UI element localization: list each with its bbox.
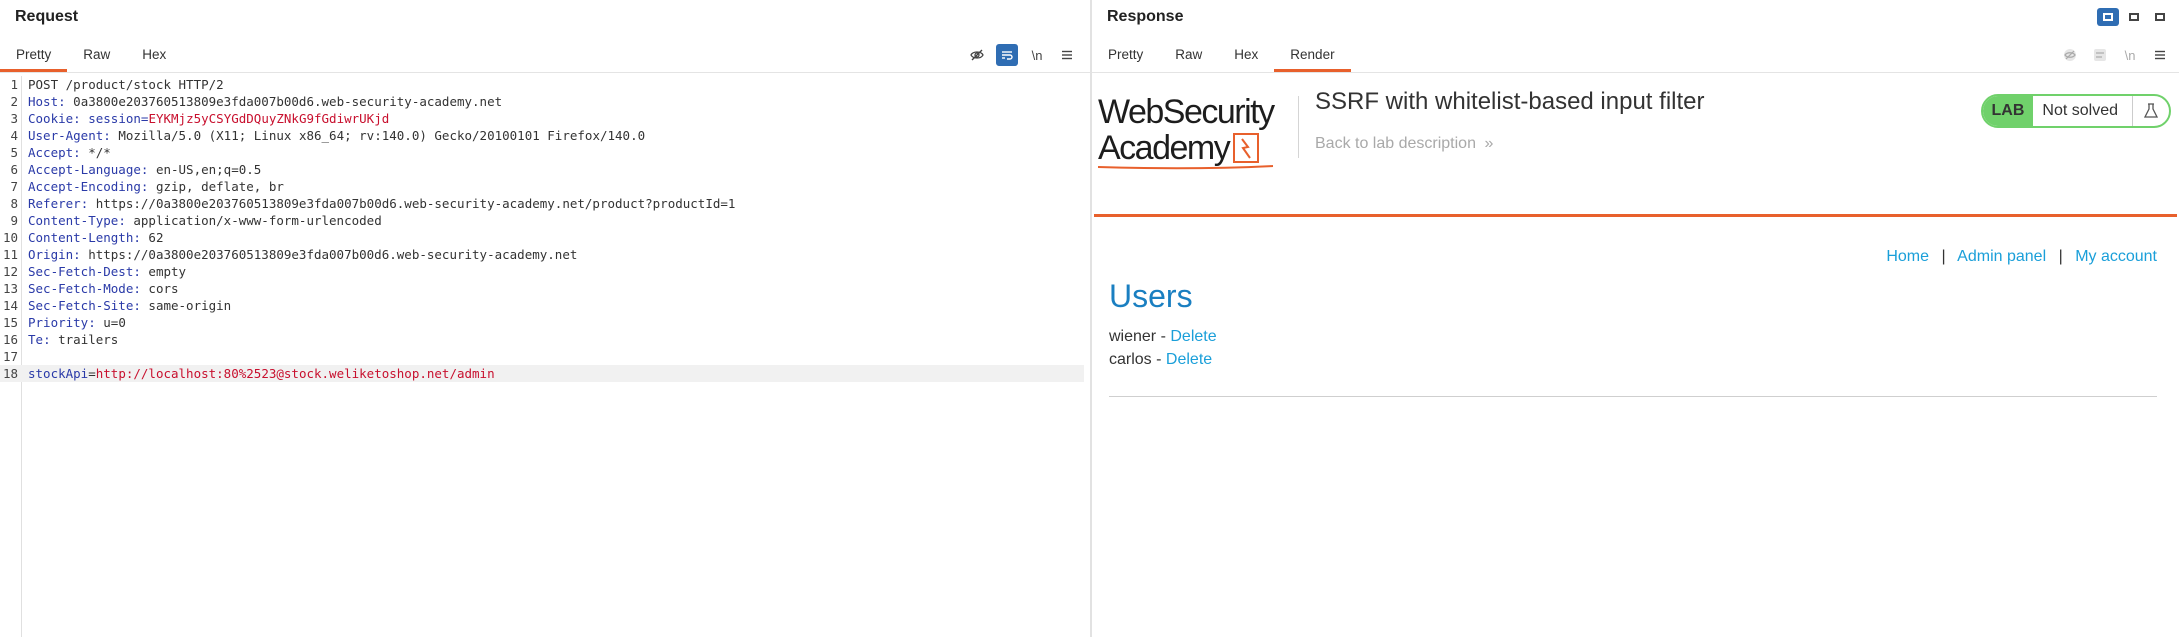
eye-off-icon[interactable] [966,44,988,66]
content-divider [1109,396,2157,397]
request-line: 8 Referer: https://0a3800e203760513809e3f… [10,196,736,211]
flask-icon [2133,96,2169,126]
layout-tabs-icon[interactable] [2149,8,2171,26]
web-security-academy-logo: WebSecurity Academy [1098,93,1298,170]
menu-icon[interactable] [1056,44,1078,66]
request-line: 5 Accept: */* [10,145,111,160]
header-accent-bar [1094,214,2177,217]
lab-title: SSRF with whitelist-based input filter [1315,88,1705,115]
logo-separator [1298,96,1299,158]
request-line: 11 Origin: https://0a3800e203760513809e3f… [2,247,578,262]
request-line: 4 User-Agent: Mozilla/5.0 (X11; Linux x86… [10,128,646,143]
request-line: 3 Cookie: session=EYKMjz5yCSYGdDQuyZNkG9f… [10,111,390,126]
wrap-icon[interactable] [996,44,1018,66]
nav-separator: | [2058,248,2063,265]
request-title: Request [15,8,79,25]
request-line: 12 Sec-Fetch-Dest: empty [2,264,187,279]
response-toolbar: \n [2059,44,2171,66]
request-line: 7 Accept-Encoding: gzip, deflate, br [10,179,284,194]
menu-icon[interactable] [2149,44,2171,66]
double-chevron-icon: » [1484,135,1494,152]
request-line: 10 Content-Length: 62 [2,230,164,245]
user-name: carlos [1109,351,1152,368]
top-nav: Home | Admin panel | My account [1886,248,2157,266]
tab-hex[interactable]: Hex [1218,44,1274,72]
logo-line-1: WebSecurity [1098,93,1275,131]
request-toolbar: \n [966,44,1078,66]
request-line: 13 Sec-Fetch-Mode: cors [2,281,179,296]
delete-user-link[interactable]: Delete [1170,328,1216,345]
request-tabs-divider [0,72,1090,73]
logo-line-2: Academy [1098,129,1231,167]
nav-my-account-link[interactable]: My account [2075,248,2157,265]
lab-label: LAB [1982,96,2034,126]
request-line: 6 Accept-Language: en-US,en;q=0.5 [10,162,262,177]
layout-side-by-side-icon[interactable] [2097,8,2119,26]
logo-underline-icon [1098,165,1274,170]
nav-admin-panel-link[interactable]: Admin panel [1957,248,2046,265]
request-body-line: 18 stockApi=http://localhost:80%2523@stoc… [0,365,1084,382]
back-to-lab-link[interactable]: Back to lab description » [1315,135,1493,153]
back-link-label: Back to lab description [1315,135,1476,152]
tab-raw[interactable]: Raw [1159,44,1218,72]
users-heading: Users [1109,278,1193,314]
tab-pretty[interactable]: Pretty [1092,44,1159,72]
lightning-icon [1233,133,1260,163]
request-editor[interactable]: 1 POST /product/stock HTTP/2 2 Host: 0a380… [0,76,1084,637]
user-name: wiener [1109,328,1157,345]
newline-icon[interactable]: \n [2119,44,2141,66]
eye-off-icon[interactable] [2059,44,2081,66]
request-line: 15 Priority: u=0 [2,315,126,330]
request-line: 17 [2,349,18,364]
request-line: 2 Host: 0a3800e203760513809e3fda007b00d6.… [10,94,503,109]
layout-switcher [2097,8,2171,26]
response-tabs-divider [1092,72,2179,73]
request-panel: Request Pretty Raw Hex \n 1 POST /product… [0,0,1090,637]
request-line: 14 Sec-Fetch-Site: same-origin [2,298,232,313]
nav-separator: | [1941,248,1946,265]
user-row: wiener - Delete [1109,328,1217,345]
layout-stacked-icon[interactable] [2123,8,2145,26]
tab-raw[interactable]: Raw [67,44,126,72]
lab-status: Not solved [2033,96,2133,126]
lab-status-badge: LAB Not solved [1980,94,2171,128]
tab-pretty[interactable]: Pretty [0,44,68,72]
user-row: carlos - Delete [1109,351,1213,368]
request-line: 16 Te: trailers [2,332,119,347]
request-line: 9 Content-Type: application/x-www-form-ur… [10,213,382,228]
nav-home-link[interactable]: Home [1886,248,1929,265]
burp-repeater-view: Request Pretty Raw Hex \n 1 POST /product… [0,0,2179,637]
tab-render[interactable]: Render [1274,44,1351,72]
request-line: 1 POST /product/stock HTTP/2 [10,77,224,92]
rendered-page: WebSecurity Academy SSRF with whitelist-… [1092,76,2179,637]
newline-icon[interactable]: \n [1026,44,1048,66]
request-tabs: Pretty Raw Hex [0,44,182,72]
delete-user-link[interactable]: Delete [1166,351,1212,368]
response-title: Response [1107,8,1184,25]
response-tabs: Pretty Raw Hex Render [1092,44,1351,72]
wrap-icon[interactable] [2089,44,2111,66]
tab-hex[interactable]: Hex [126,44,182,72]
response-panel: Response Pretty Raw Hex Render \n WebSec… [1092,0,2179,637]
